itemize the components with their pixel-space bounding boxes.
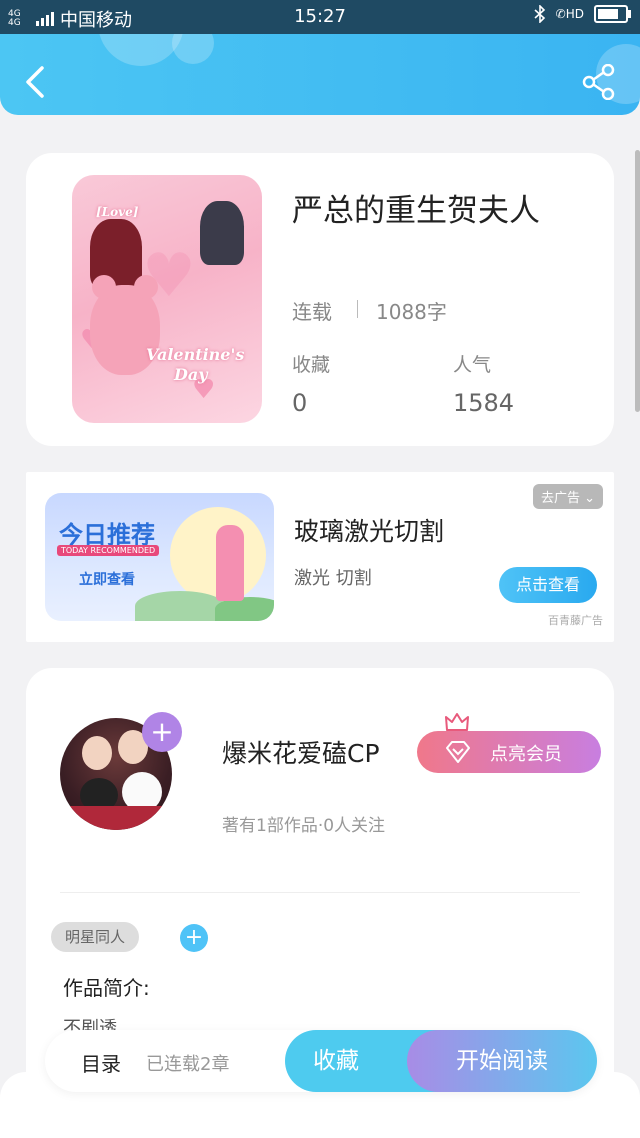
divider xyxy=(357,300,358,318)
diamond-icon xyxy=(446,741,470,763)
favorites-count: 0 xyxy=(292,389,308,417)
author-meta: 著有1部作品·0人关注 xyxy=(222,816,386,836)
add-tag-button[interactable]: + xyxy=(180,924,208,952)
top-header: 4G 4G 中国移动 15:27 ✆HD xyxy=(0,0,640,115)
status-bar: 4G 4G 中国移动 15:27 ✆HD xyxy=(0,0,640,34)
vip-button-label: 点亮会员 xyxy=(490,744,562,765)
book-info-card: ♥ ♥ ♥ ♥ [Love] Valentine's Day 严总的重生贺夫人 … xyxy=(26,153,614,446)
serial-status: 连载 xyxy=(292,300,332,324)
intro-label: 作品简介: xyxy=(63,976,150,1000)
favorites-label: 收藏 xyxy=(292,354,331,376)
crown-icon xyxy=(445,713,469,731)
avatar-face xyxy=(82,736,112,770)
remove-ad-tag[interactable]: 去广告 ⌄ xyxy=(532,484,603,509)
banner-cta: 立即查看 xyxy=(79,572,135,588)
cover-valentine-text: Valentine's xyxy=(146,345,245,364)
back-button[interactable] xyxy=(20,64,50,100)
chapter-count: 已连载2章 xyxy=(146,1054,230,1075)
share-button[interactable] xyxy=(582,64,616,100)
cover-love-text: [Love] xyxy=(96,205,139,219)
banner-subtitle: TODAY RECOMMENDED xyxy=(57,545,160,556)
bottom-action-bar: 目录 已连载2章 收藏 开始阅读 xyxy=(45,1030,597,1092)
banner-girl xyxy=(216,525,244,601)
hd-label: HD xyxy=(565,7,584,21)
vip-button[interactable]: 点亮会员 xyxy=(417,731,601,773)
call-hd-icon: ✆HD xyxy=(555,7,584,21)
tag-chip[interactable]: 明星同人 xyxy=(51,922,140,952)
avatar-red-clothes xyxy=(60,806,172,830)
book-title: 严总的重生贺夫人 xyxy=(292,193,540,229)
banner-hill xyxy=(135,591,225,621)
status-right: ✆HD xyxy=(534,5,631,23)
popularity-label: 人气 xyxy=(453,354,492,376)
chevron-down-icon: ⌄ xyxy=(584,491,595,506)
popularity-count: 1584 xyxy=(453,389,515,417)
ad-view-button[interactable]: 点击查看 xyxy=(499,567,597,603)
ad-banner-image[interactable]: 今日推荐 TODAY RECOMMENDED 立即查看 xyxy=(45,493,274,621)
battery-icon xyxy=(594,5,631,23)
ad-card[interactable]: 今日推荐 TODAY RECOMMENDED 立即查看 玻璃激光切割 激光 切割… xyxy=(26,472,614,642)
ad-source: 百青藤广告 xyxy=(548,614,603,627)
toc-button[interactable]: 目录 xyxy=(81,1048,121,1077)
word-count: 1088字 xyxy=(376,300,447,324)
bluetooth-icon xyxy=(534,5,545,23)
remove-ad-label: 去广告 xyxy=(540,491,580,506)
cover-person-right xyxy=(200,201,244,265)
follow-button[interactable]: + xyxy=(142,712,182,752)
divider xyxy=(60,892,580,893)
start-reading-button[interactable]: 开始阅读 xyxy=(407,1030,597,1092)
cover-day-text: Day xyxy=(174,365,208,384)
ad-title: 玻璃激光切割 xyxy=(294,517,445,546)
ad-subtitle: 激光 切割 xyxy=(294,568,372,589)
scrollbar[interactable] xyxy=(635,150,640,412)
author-name: 爆米花爱磕CP xyxy=(222,739,380,768)
book-cover-image[interactable]: ♥ ♥ ♥ ♥ [Love] Valentine's Day xyxy=(72,175,262,423)
